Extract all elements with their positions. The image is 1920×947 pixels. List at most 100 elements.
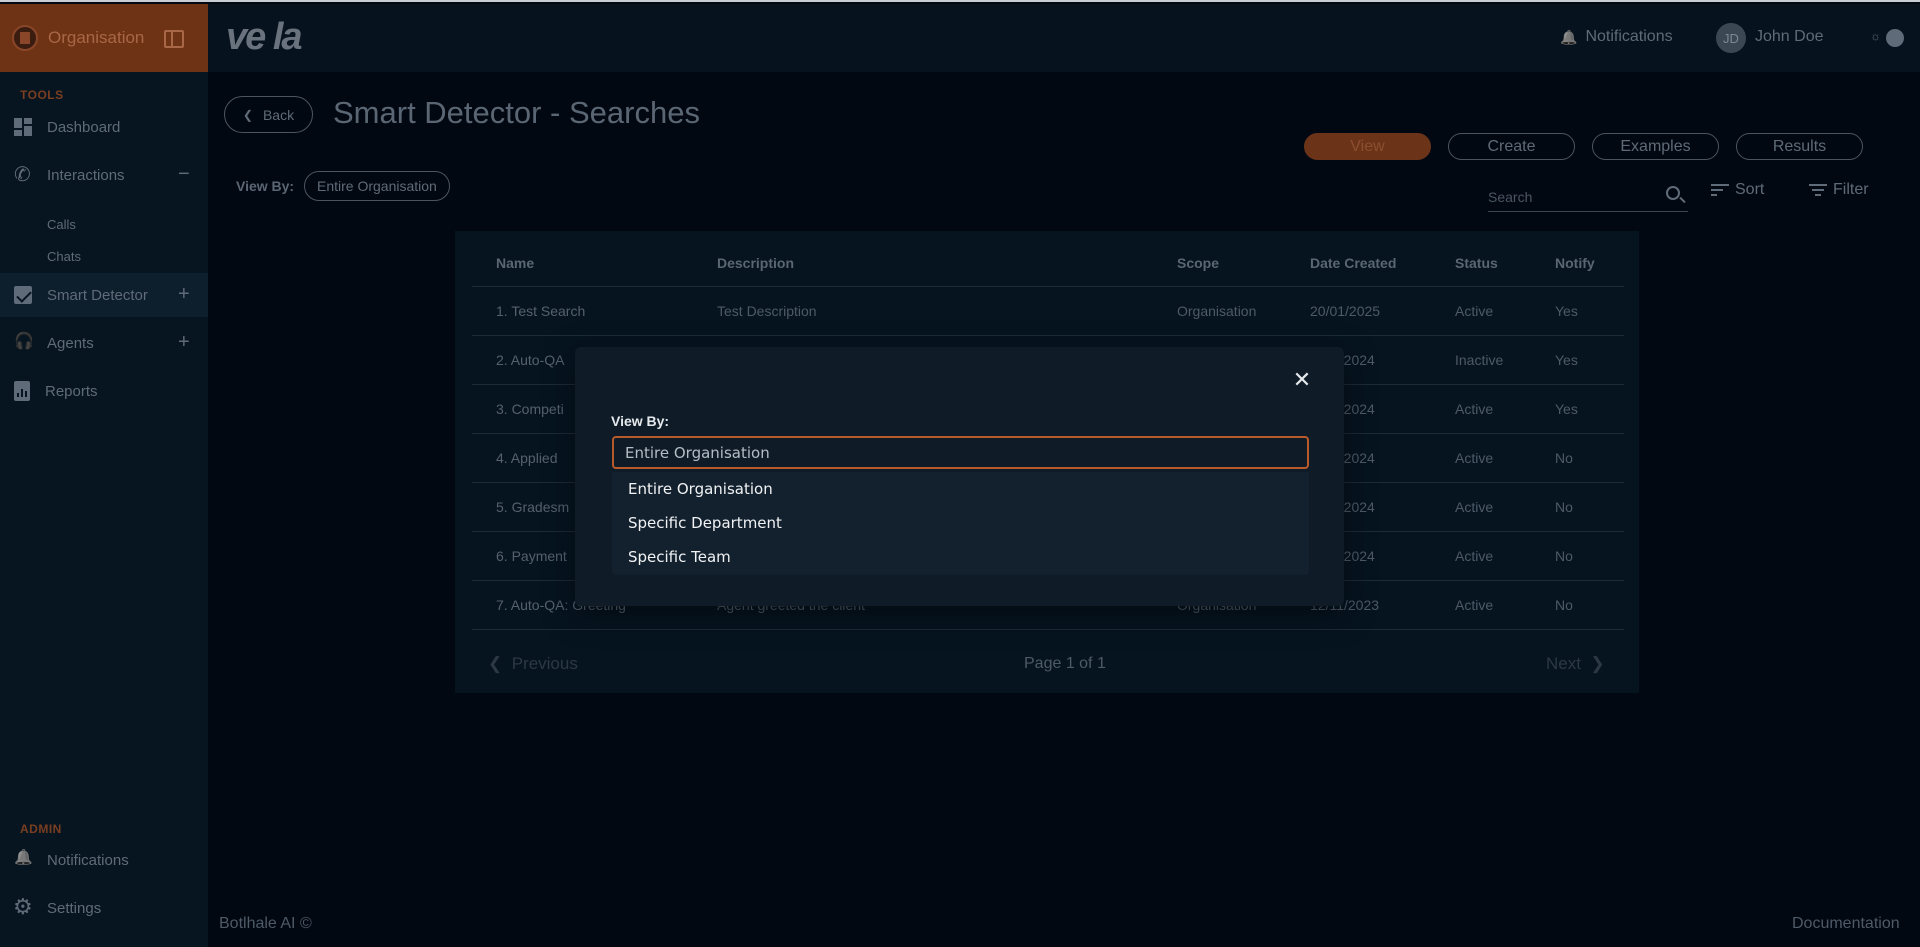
cell-status: Active: [1455, 450, 1494, 466]
filter-button[interactable]: Filter: [1809, 181, 1869, 199]
sidebar-item-reports[interactable]: Reports: [0, 369, 208, 413]
documentation-link[interactable]: Documentation: [1792, 915, 1900, 933]
cell-notify: Yes: [1555, 352, 1578, 368]
cell-notify: No: [1555, 499, 1573, 515]
filter-icon: [1809, 184, 1827, 196]
cell-name: 1. Test Search: [496, 303, 586, 319]
toggle-knob: [1886, 29, 1904, 47]
back-label: Back: [262, 106, 295, 123]
tab-examples[interactable]: Examples: [1592, 133, 1719, 160]
tools-section-label: TOOLS: [20, 88, 64, 102]
view-by-label: View By:: [236, 178, 295, 194]
app-frame: Organisation TOOLS Dashboard Interaction…: [0, 0, 1920, 947]
column-header-notify[interactable]: Notify: [1555, 255, 1595, 271]
cell-notify: Yes: [1555, 303, 1578, 319]
gear-icon: [13, 894, 33, 920]
tab-results[interactable]: Results: [1736, 133, 1863, 160]
cell-status: Active: [1455, 597, 1494, 613]
theme-toggle[interactable]: ☼: [1870, 29, 1904, 47]
cell-status: Inactive: [1455, 352, 1504, 368]
brand-logo: ve la: [226, 16, 303, 58]
chevron-right-icon: ❯: [1580, 654, 1605, 673]
view-by-options-list: Entire Organisation Specific Department …: [612, 472, 1309, 575]
table-row[interactable]: 1. Test Search Test Description Organisa…: [472, 286, 1624, 335]
admin-section-label: ADMIN: [20, 822, 62, 836]
next-page-button[interactable]: Next ❯: [1546, 654, 1605, 674]
cell-status: Active: [1455, 303, 1494, 319]
view-by-chip[interactable]: Entire Organisation: [304, 171, 450, 201]
report-icon: [14, 381, 30, 401]
sidebar-item-chats[interactable]: Chats: [47, 249, 81, 264]
column-header-description[interactable]: Description: [717, 255, 794, 271]
column-header-date-created[interactable]: Date Created: [1310, 255, 1396, 271]
previous-label: Previous: [511, 654, 578, 673]
column-header-scope[interactable]: Scope: [1177, 255, 1219, 271]
back-button[interactable]: ❮ Back: [224, 96, 313, 133]
chart-icon: [14, 286, 32, 304]
page-info: Page 1 of 1: [1024, 655, 1106, 672]
sort-label: Sort: [1735, 181, 1765, 198]
cell-status: Active: [1455, 499, 1494, 515]
tab-create[interactable]: Create: [1448, 133, 1575, 160]
sidebar-item-agents[interactable]: Agents +: [0, 321, 208, 365]
view-by-select[interactable]: Entire Organisation: [612, 436, 1309, 469]
cell-name: 5. Gradesm: [496, 499, 570, 515]
sidebar-item-dashboard[interactable]: Dashboard: [0, 105, 208, 149]
search-icon[interactable]: [1666, 186, 1680, 200]
option-specific-team[interactable]: Specific Team: [628, 548, 731, 566]
cell-status: Active: [1455, 548, 1494, 564]
option-entire-organisation[interactable]: Entire Organisation: [628, 480, 773, 498]
cell-name: 3. Competi: [496, 401, 564, 417]
cell-date: 20/01/2025: [1310, 303, 1381, 319]
expand-icon[interactable]: +: [178, 284, 190, 304]
avatar[interactable]: JD: [1716, 23, 1746, 53]
notifications-button[interactable]: 🔔 Notifications: [1560, 28, 1673, 46]
cell-scope: Organisation: [1177, 303, 1257, 319]
sidebar-item-settings[interactable]: Settings: [0, 886, 208, 930]
filter-label: Filter: [1833, 181, 1869, 198]
search-input[interactable]: [1488, 186, 1648, 208]
sort-icon: [1711, 184, 1729, 196]
view-by-modal: ✕ View By: Entire Organisation Entire Or…: [575, 347, 1344, 606]
sort-button[interactable]: Sort: [1711, 181, 1764, 199]
collapse-sidebar-icon[interactable]: [164, 30, 184, 48]
cell-notify: No: [1555, 450, 1573, 466]
sidebar-item-label: Interactions: [47, 166, 125, 184]
cell-description: Test Description: [717, 303, 817, 319]
collapse-icon[interactable]: −: [178, 164, 190, 184]
phone-icon: [14, 162, 32, 187]
sidebar-item-label: Notifications: [47, 851, 129, 869]
previous-page-button[interactable]: ❮ Previous: [488, 654, 578, 674]
sidebar-item-label: Dashboard: [47, 118, 121, 136]
cell-name: 6. Payment: [496, 548, 567, 564]
sidebar-item-smart-detector[interactable]: Smart Detector +: [0, 273, 208, 317]
column-header-status[interactable]: Status: [1455, 255, 1498, 271]
bell-icon: [14, 851, 32, 869]
sidebar-item-label: Smart Detector: [47, 286, 148, 304]
sidebar-item-notifications[interactable]: Notifications: [0, 838, 208, 882]
sidebar-item-interactions[interactable]: Interactions −: [0, 153, 208, 197]
cell-name: 2. Auto-QA: [496, 352, 565, 368]
user-name[interactable]: John Doe: [1755, 28, 1824, 46]
sidebar-item-label: Agents: [47, 334, 94, 352]
page-title: Smart Detector - Searches: [333, 95, 700, 130]
org-header[interactable]: Organisation: [0, 4, 208, 72]
sidebar-item-label: Settings: [47, 899, 102, 917]
next-label: Next: [1546, 654, 1581, 673]
expand-icon[interactable]: +: [178, 332, 190, 352]
column-header-name[interactable]: Name: [496, 255, 534, 271]
close-icon[interactable]: ✕: [1289, 367, 1315, 393]
tab-view[interactable]: View: [1304, 133, 1431, 160]
cell-notify: No: [1555, 597, 1573, 613]
bell-icon: 🔔: [1560, 28, 1578, 45]
dashboard-icon: [14, 118, 32, 136]
org-logo-icon: [12, 25, 38, 51]
sidebar-item-label: Reports: [45, 382, 98, 400]
sidebar-item-calls[interactable]: Calls: [47, 217, 76, 232]
footer-brand: Botlhale AI ©: [219, 915, 312, 932]
cell-notify: Yes: [1555, 401, 1578, 417]
sun-icon: ☼: [1870, 29, 1881, 43]
org-name: Organisation: [48, 28, 145, 47]
modal-view-by-label: View By:: [611, 413, 670, 429]
option-specific-department[interactable]: Specific Department: [628, 514, 782, 532]
